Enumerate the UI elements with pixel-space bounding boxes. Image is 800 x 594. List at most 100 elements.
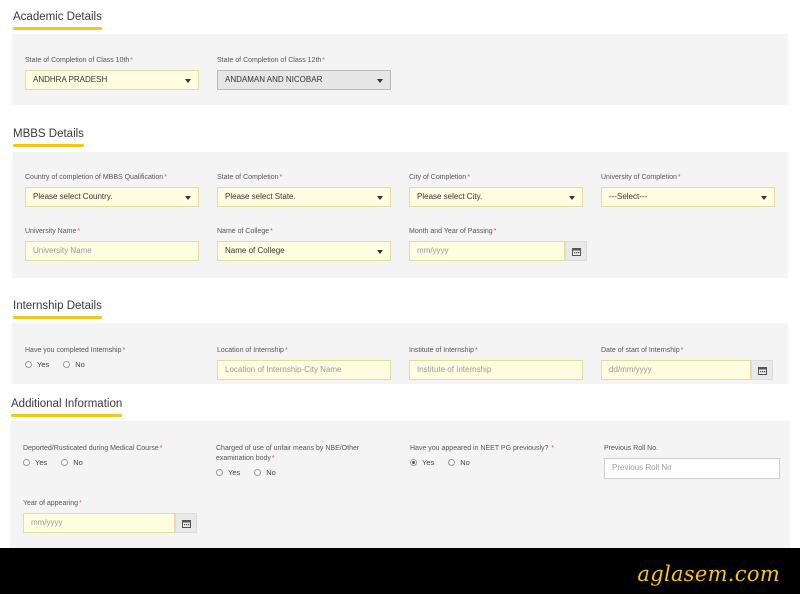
internship-institute-field: Institute of Internship* Institute of In… bbox=[409, 346, 583, 380]
radio-yes[interactable]: Yes bbox=[25, 360, 49, 369]
class10-state-select[interactable]: ANDHRA PRADESH bbox=[25, 70, 199, 90]
radio-button[interactable] bbox=[254, 469, 262, 476]
field-label: University Name bbox=[25, 228, 77, 235]
required-mark: * bbox=[130, 57, 134, 64]
field-label: City of Completion bbox=[409, 174, 467, 181]
university-name-input[interactable]: University Name bbox=[25, 241, 199, 261]
unfair-means-radios: Yes No bbox=[216, 468, 386, 477]
required-mark: * bbox=[271, 455, 275, 462]
mbbs-state-field: State of Completion* Please select State… bbox=[217, 173, 391, 207]
section-underline bbox=[13, 144, 84, 147]
radio-no[interactable]: No bbox=[61, 458, 83, 467]
required-mark: * bbox=[322, 57, 326, 64]
radio-yes[interactable]: Yes bbox=[23, 458, 47, 467]
internship-completed-radios: Yes No bbox=[25, 360, 199, 369]
section-title-academic: Academic Details bbox=[13, 11, 102, 30]
internship-location-field: Location of Internship* Location of Inte… bbox=[217, 346, 391, 380]
rusticated-field: Deported/Rusticated during Medical Cours… bbox=[23, 444, 203, 467]
chevron-down-icon bbox=[185, 196, 191, 200]
section-title-additional: Additional Information bbox=[11, 398, 123, 417]
radio-button-selected[interactable] bbox=[410, 459, 417, 466]
input-placeholder: Location of Internship-City Name bbox=[225, 365, 342, 374]
required-mark: * bbox=[493, 228, 497, 235]
radio-yes[interactable]: Yes bbox=[216, 468, 240, 477]
required-mark: * bbox=[680, 347, 684, 354]
field-label: Previous Roll No. bbox=[604, 445, 659, 452]
brand-watermark: aglasem.com bbox=[637, 562, 780, 586]
radio-button[interactable] bbox=[25, 361, 32, 368]
section-title-text: Internship Details bbox=[13, 300, 102, 312]
internship-start-input[interactable]: dd/mm/yyyy bbox=[601, 360, 773, 380]
field-label: Year of appearing bbox=[23, 500, 79, 507]
radio-label: Yes bbox=[35, 458, 48, 467]
radio-button[interactable] bbox=[63, 361, 71, 368]
calendar-icon[interactable] bbox=[565, 241, 587, 261]
required-mark: * bbox=[551, 445, 555, 452]
select-value: Name of College bbox=[225, 246, 285, 255]
field-label: Institute of Internship bbox=[409, 347, 474, 354]
chevron-down-icon bbox=[761, 196, 767, 200]
internship-location-input[interactable]: Location of Internship-City Name bbox=[217, 360, 391, 380]
mbbs-city-select[interactable]: Please select City. bbox=[409, 187, 583, 207]
field-label: State of Completion bbox=[217, 174, 279, 181]
mbbs-state-select[interactable]: Please select State. bbox=[217, 187, 391, 207]
section-underline bbox=[13, 27, 102, 30]
input-placeholder: dd/mm/yyyy bbox=[609, 365, 652, 374]
radio-label: Yes bbox=[37, 360, 50, 369]
field-label: Location of Internship bbox=[217, 347, 284, 354]
input-placeholder: Institute of Internship bbox=[417, 365, 492, 374]
year-appearing-input[interactable]: mm/yyyy bbox=[23, 513, 197, 533]
college-name-select[interactable]: Name of College bbox=[217, 241, 391, 261]
appeared-before-radios: Yes No bbox=[410, 458, 590, 467]
radio-label: Yes bbox=[422, 458, 435, 467]
mbbs-university-select[interactable]: ---Select--- bbox=[601, 187, 775, 207]
internship-institute-input[interactable]: Institute of Internship bbox=[409, 360, 583, 380]
internship-completed-field: Have you completed Internship* Yes No bbox=[25, 346, 199, 369]
mbbs-country-select[interactable]: Please select Country. bbox=[25, 187, 199, 207]
rusticated-radios: Yes No bbox=[23, 458, 203, 467]
unfair-means-field: Charged of use of unfair means by NBE/Ot… bbox=[216, 444, 386, 477]
chevron-down-icon bbox=[377, 196, 383, 200]
year-appearing-field: Year of appearing* mm/yyyy bbox=[23, 499, 197, 533]
passing-date-input[interactable]: mm/yyyy bbox=[409, 241, 587, 261]
radio-label: No bbox=[460, 458, 470, 467]
radio-button[interactable] bbox=[23, 459, 30, 466]
radio-button[interactable] bbox=[216, 469, 223, 476]
input-placeholder: mm/yyyy bbox=[31, 518, 63, 527]
select-value: Please select State. bbox=[225, 192, 296, 201]
input-placeholder: mm/yyyy bbox=[417, 246, 449, 255]
field-label: Name of College bbox=[217, 228, 270, 235]
field-label: University of Completion bbox=[601, 174, 677, 181]
field-label: Country of completion of MBBS Qualificat… bbox=[25, 174, 164, 181]
required-mark: * bbox=[677, 174, 681, 181]
section-title-text: Additional Information bbox=[11, 398, 123, 410]
section-title-mbbs: MBBS Details bbox=[13, 128, 84, 147]
select-value: ANDAMAN AND NICOBAR bbox=[225, 75, 323, 84]
required-mark: * bbox=[164, 174, 167, 181]
passing-date-field: Month and Year of Passing* mm/yyyy bbox=[409, 227, 587, 261]
section-title-text: MBBS Details bbox=[13, 128, 84, 140]
select-value: ANDHRA PRADESH bbox=[33, 75, 108, 84]
radio-button[interactable] bbox=[61, 459, 69, 466]
radio-no[interactable]: No bbox=[63, 360, 85, 369]
university-name-field: University Name* University Name bbox=[25, 227, 199, 261]
class12-state-select[interactable]: ANDAMAN AND NICOBAR bbox=[217, 70, 391, 90]
required-mark: * bbox=[270, 228, 273, 235]
radio-button[interactable] bbox=[448, 459, 456, 466]
select-value: ---Select--- bbox=[609, 192, 648, 201]
field-label: Have you appeared in NEET PG previously? bbox=[410, 445, 549, 452]
mbbs-university-field: University of Completion* ---Select--- bbox=[601, 173, 775, 207]
radio-no[interactable]: No bbox=[254, 468, 276, 477]
field-label: Charged of use of unfair means by NBE/Ot… bbox=[216, 445, 360, 462]
calendar-icon[interactable] bbox=[175, 513, 197, 533]
previous-roll-input[interactable]: Previous Roll No bbox=[604, 458, 780, 479]
previous-roll-field: Previous Roll No. Previous Roll No bbox=[604, 444, 780, 479]
radio-no[interactable]: No bbox=[448, 458, 470, 467]
radio-yes[interactable]: Yes bbox=[410, 458, 434, 467]
section-underline bbox=[13, 316, 102, 319]
required-mark: * bbox=[159, 445, 163, 452]
field-label: Have you completed Internship bbox=[25, 347, 122, 354]
required-mark: * bbox=[77, 228, 81, 235]
calendar-icon[interactable] bbox=[751, 360, 773, 380]
required-mark: * bbox=[467, 174, 470, 181]
